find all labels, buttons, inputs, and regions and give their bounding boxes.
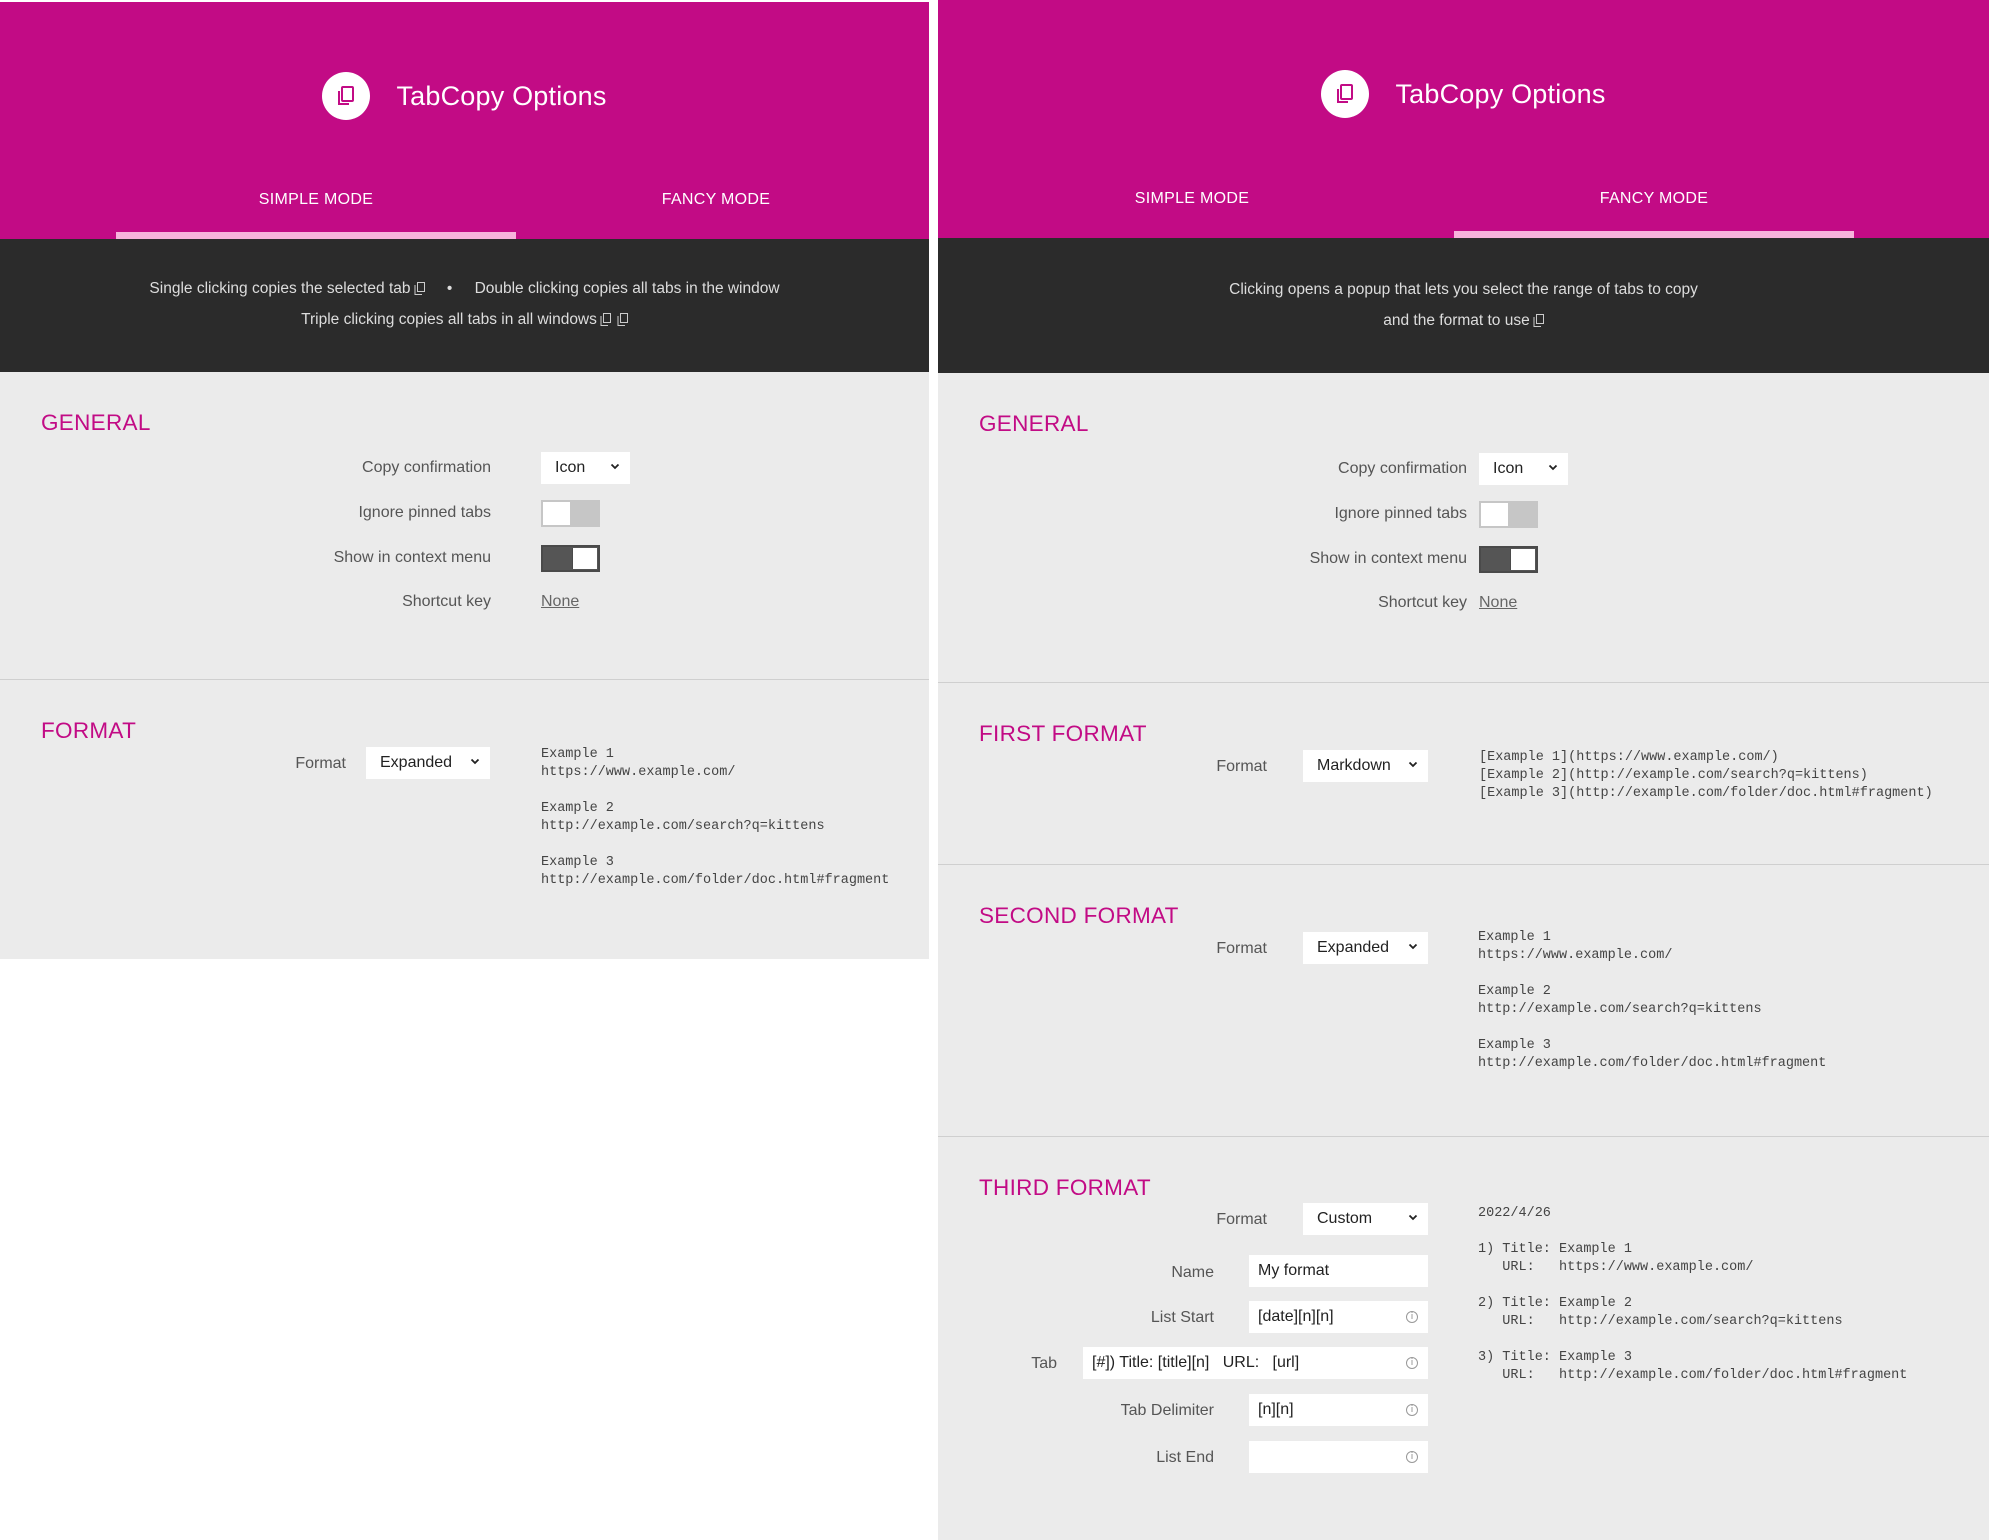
ignore-pinned-tabs-toggle[interactable] xyxy=(541,500,600,527)
section-title: GENERAL xyxy=(979,411,1089,436)
copy-confirmation-label: Copy confirmation xyxy=(362,459,491,476)
mode-tabs: SIMPLE MODE FANCY MODE xyxy=(938,168,1989,238)
list-end-label: List End xyxy=(1156,1449,1214,1466)
chevron-down-icon xyxy=(1408,941,1418,951)
tab-template-input[interactable]: [#]) Title: [title][n] URL: [url] i xyxy=(1083,1347,1428,1379)
first-format-preview: [Example 1](https://www.example.com/) [E… xyxy=(1479,750,1933,801)
third-format-preview: 2022/4/26 1) Title: Example 1 URL: https… xyxy=(1478,1206,1908,1383)
popup-description-line1: Clicking opens a popup that lets you sel… xyxy=(1229,281,1698,298)
header: TabCopy Options SIMPLE MODE FANCY MODE xyxy=(0,2,929,239)
section-title: THIRD FORMAT xyxy=(979,1175,1151,1200)
context-menu-toggle[interactable] xyxy=(1479,546,1538,573)
tab-fancy-mode[interactable]: FANCY MODE xyxy=(516,169,916,239)
tab-delimiter-label: Tab Delimiter xyxy=(1120,1402,1214,1419)
chevron-down-icon xyxy=(470,756,480,766)
header: TabCopy Options SIMPLE MODE FANCY MODE xyxy=(938,0,1989,238)
simple-mode-options-panel: TabCopy Options SIMPLE MODE FANCY MODE S… xyxy=(0,0,929,959)
first-format-select[interactable]: Markdown xyxy=(1303,750,1428,782)
mode-description: Single clicking copies the selected tab … xyxy=(0,237,929,372)
name-input[interactable]: My format xyxy=(1249,1255,1428,1287)
tab-simple-mode[interactable]: SIMPLE MODE xyxy=(992,168,1392,238)
section-title: SECOND FORMAT xyxy=(979,903,1179,928)
tab-label: Tab xyxy=(1031,1355,1057,1372)
name-label: Name xyxy=(1171,1264,1214,1281)
list-start-input[interactable]: [date][n][n] i xyxy=(1249,1301,1428,1333)
format-label: Format xyxy=(1216,940,1267,957)
selected-value: Icon xyxy=(1493,460,1524,477)
triple-click-text: Triple clicking copies all tabs in all w… xyxy=(301,311,597,328)
format-label: Format xyxy=(1216,758,1267,775)
chevron-down-icon xyxy=(1408,1212,1418,1222)
input-value: My format xyxy=(1258,1262,1330,1279)
second-format-select[interactable]: Expanded xyxy=(1303,932,1428,964)
first-format-section: FIRST FORMAT Format Markdown [Example 1]… xyxy=(938,683,1989,865)
ignore-pinned-tabs-label: Ignore pinned tabs xyxy=(1334,505,1467,522)
popup-description-line2: and the format to use xyxy=(1383,312,1530,329)
section-title: GENERAL xyxy=(41,410,151,435)
fancy-mode-options-panel: TabCopy Options SIMPLE MODE FANCY MODE C… xyxy=(938,0,1989,1540)
mode-tabs: SIMPLE MODE FANCY MODE xyxy=(0,169,929,239)
chevron-down-icon xyxy=(1408,759,1418,769)
general-section: GENERAL Copy confirmation Icon Ignore pi… xyxy=(938,373,1989,683)
tab-fancy-mode[interactable]: FANCY MODE xyxy=(1454,168,1854,238)
copy-icon xyxy=(1533,314,1544,327)
info-icon[interactable]: i xyxy=(1406,1357,1418,1369)
second-format-section: SECOND FORMAT Format Expanded Example 1 … xyxy=(938,865,1989,1137)
bullet: • xyxy=(446,280,453,297)
shortcut-key-label: Shortcut key xyxy=(402,593,491,610)
page-title: TabCopy Options xyxy=(1395,78,1606,109)
second-format-preview: Example 1 https://www.example.com/ Examp… xyxy=(1478,930,1827,1071)
copy-icon xyxy=(617,313,628,326)
info-icon[interactable]: i xyxy=(1406,1404,1418,1416)
section-title: FIRST FORMAT xyxy=(979,721,1147,746)
input-value: [#]) Title: [title][n] URL: [url] xyxy=(1092,1354,1300,1371)
format-label: Format xyxy=(295,755,346,772)
copy-icon xyxy=(414,282,425,295)
mode-description: Clicking opens a popup that lets you sel… xyxy=(938,238,1989,373)
tab-simple-mode[interactable]: SIMPLE MODE xyxy=(116,169,516,239)
info-icon[interactable]: i xyxy=(1406,1451,1418,1463)
copy-icon xyxy=(1321,70,1370,118)
format-section: FORMAT Format Expanded Example 1 https:/… xyxy=(0,680,929,959)
tab-delimiter-input[interactable]: [n][n] i xyxy=(1249,1394,1428,1426)
list-start-label: List Start xyxy=(1150,1309,1214,1326)
brand: TabCopy Options xyxy=(0,72,929,120)
selected-value: Icon xyxy=(555,459,586,476)
copy-confirmation-label: Copy confirmation xyxy=(1338,460,1467,477)
shortcut-key-label: Shortcut key xyxy=(1378,594,1467,611)
selected-value: Expanded xyxy=(1317,939,1390,956)
input-value: [n][n] xyxy=(1258,1401,1294,1418)
format-preview: Example 1 https://www.example.com/ Examp… xyxy=(541,747,890,888)
ignore-pinned-tabs-label: Ignore pinned tabs xyxy=(358,504,491,521)
third-format-section: THIRD FORMAT Format Custom Name My forma… xyxy=(938,1137,1989,1540)
info-icon[interactable]: i xyxy=(1406,1311,1418,1323)
context-menu-toggle[interactable] xyxy=(541,545,600,572)
third-format-select[interactable]: Custom xyxy=(1303,1203,1428,1235)
ignore-pinned-tabs-toggle[interactable] xyxy=(1479,501,1538,528)
single-click-text: Single clicking copies the selected tab xyxy=(149,280,411,297)
shortcut-key-link[interactable]: None xyxy=(1479,594,1517,612)
shortcut-key-link[interactable]: None xyxy=(541,593,579,611)
copy-icon xyxy=(322,72,371,120)
chevron-down-icon xyxy=(610,461,620,471)
copy-icon xyxy=(600,313,611,326)
context-menu-label: Show in context menu xyxy=(1309,550,1467,567)
brand: TabCopy Options xyxy=(938,70,1989,118)
selected-value: Custom xyxy=(1317,1210,1373,1227)
page-title: TabCopy Options xyxy=(396,80,607,111)
double-click-text: Double clicking copies all tabs in the w… xyxy=(474,280,780,297)
list-end-input[interactable]: i xyxy=(1249,1441,1428,1473)
section-title: FORMAT xyxy=(41,718,137,743)
selected-value: Markdown xyxy=(1317,757,1391,774)
context-menu-label: Show in context menu xyxy=(333,549,491,566)
format-select[interactable]: Expanded xyxy=(366,747,490,779)
copy-confirmation-select[interactable]: Icon xyxy=(1479,453,1568,485)
chevron-down-icon xyxy=(1548,462,1558,472)
selected-value: Expanded xyxy=(380,754,453,771)
general-section: GENERAL Copy confirmation Icon Ignore pi… xyxy=(0,372,929,680)
copy-confirmation-select[interactable]: Icon xyxy=(541,452,630,484)
input-value: [date][n][n] xyxy=(1258,1308,1334,1325)
format-label: Format xyxy=(1216,1211,1267,1228)
